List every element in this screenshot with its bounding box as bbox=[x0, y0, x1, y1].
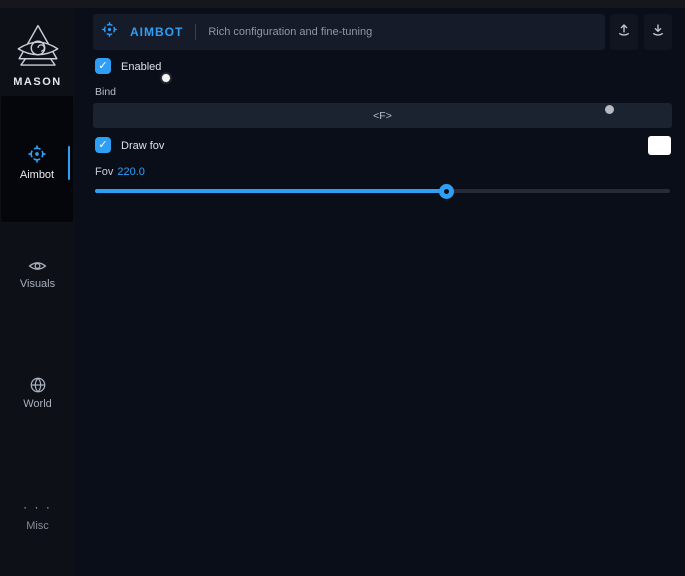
bind-key-value: <F> bbox=[373, 110, 392, 122]
slider-fill bbox=[95, 189, 446, 193]
upload-icon bbox=[616, 22, 632, 43]
cursor-dot bbox=[605, 105, 614, 114]
globe-icon bbox=[0, 376, 75, 394]
fov-label: Fov bbox=[95, 166, 113, 178]
sidebar-item-label: Misc bbox=[0, 520, 75, 532]
crosshair-icon bbox=[1, 144, 73, 164]
slider-thumb[interactable] bbox=[439, 184, 454, 199]
sidebar-item-visuals[interactable]: Visuals bbox=[0, 258, 75, 290]
ellipsis-icon: · · · bbox=[23, 500, 52, 514]
header-divider bbox=[195, 24, 196, 40]
eye-icon bbox=[0, 258, 75, 274]
checkmark-icon: ✓ bbox=[98, 61, 107, 72]
bind-key-input[interactable]: <F> bbox=[93, 103, 672, 128]
draw-fov-label: Draw fov bbox=[121, 140, 164, 152]
mason-app-window: MASON Ai bbox=[0, 0, 685, 576]
mason-eye-logo-icon bbox=[0, 22, 75, 74]
titlebar-strip bbox=[0, 0, 685, 8]
draw-fov-checkbox[interactable]: ✓ bbox=[95, 137, 111, 153]
crosshair-icon bbox=[101, 21, 118, 43]
sidebar-item-aimbot[interactable]: Aimbot bbox=[1, 96, 73, 222]
sidebar: MASON Ai bbox=[0, 8, 75, 576]
draw-fov-color-swatch[interactable] bbox=[648, 136, 671, 155]
sidebar-item-misc[interactable]: · · · Misc bbox=[0, 498, 75, 532]
enabled-label: Enabled bbox=[121, 61, 161, 73]
sidebar-item-label: Visuals bbox=[0, 278, 75, 290]
page-header: AIMBOT Rich configuration and fine-tunin… bbox=[93, 14, 605, 50]
logo-label: MASON bbox=[0, 76, 75, 88]
export-config-button[interactable] bbox=[610, 14, 638, 50]
import-config-button[interactable] bbox=[644, 14, 672, 50]
checkmark-icon: ✓ bbox=[98, 140, 107, 151]
fov-value-row: Fov 220.0 bbox=[95, 166, 145, 178]
download-icon bbox=[650, 22, 666, 43]
enabled-checkbox[interactable]: ✓ bbox=[95, 58, 111, 74]
sidebar-item-label: Aimbot bbox=[1, 169, 73, 181]
sidebar-item-label: World bbox=[0, 398, 75, 410]
page-title: AIMBOT bbox=[130, 25, 183, 39]
page-subtitle: Rich configuration and fine-tuning bbox=[208, 26, 372, 38]
fov-slider[interactable] bbox=[95, 183, 670, 198]
cursor-dot bbox=[162, 74, 170, 82]
sidebar-item-world[interactable]: World bbox=[0, 376, 75, 410]
app-logo: MASON bbox=[0, 22, 75, 88]
bind-label: Bind bbox=[95, 86, 116, 98]
fov-value: 220.0 bbox=[117, 166, 145, 178]
